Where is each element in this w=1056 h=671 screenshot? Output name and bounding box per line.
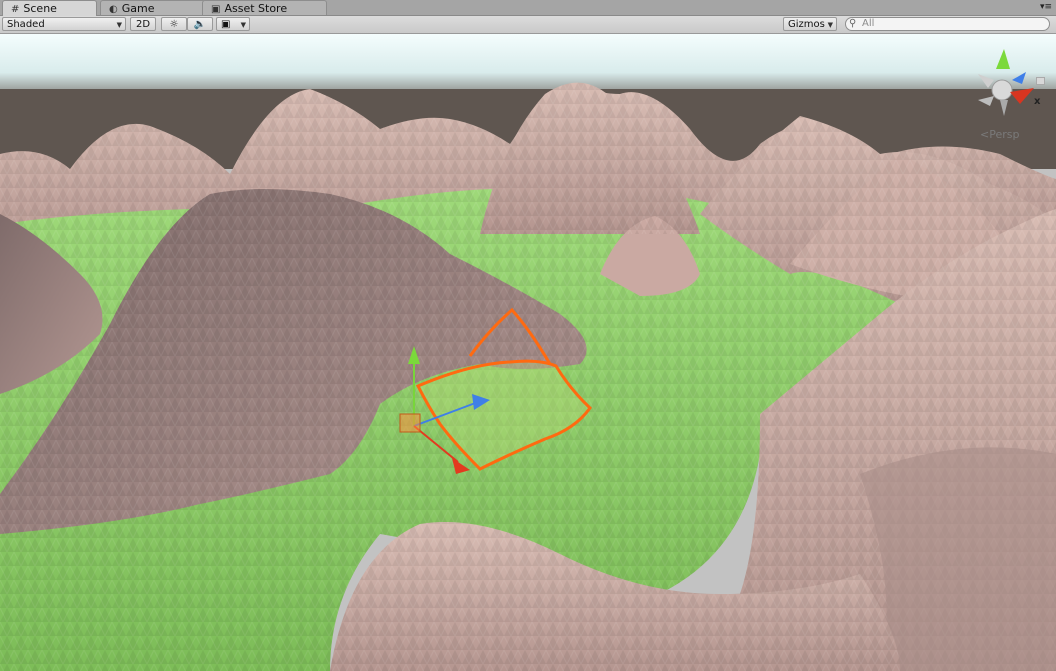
axis-x-label: x bbox=[1034, 96, 1041, 107]
search-input[interactable]: ⚲ All bbox=[845, 17, 1050, 31]
tab-scene-label: Scene bbox=[23, 2, 57, 15]
chevron-down-icon: ▼ bbox=[827, 21, 833, 29]
search-placeholder: All bbox=[862, 18, 875, 29]
tab-asset-store-label: Asset Store bbox=[224, 2, 288, 15]
chevron-down-icon: ▼ bbox=[116, 21, 122, 29]
sun-icon: ☼ bbox=[169, 19, 179, 30]
scene-render bbox=[0, 34, 1056, 671]
window-menu-icon[interactable]: ▾≡ bbox=[1040, 0, 1052, 15]
scene-viewport[interactable]: x <Persp bbox=[0, 34, 1056, 671]
persp-icon: < bbox=[980, 128, 990, 141]
pacman-icon: ◐ bbox=[109, 4, 118, 15]
shading-mode-label: Shaded bbox=[7, 19, 45, 30]
store-icon: ▣ bbox=[211, 4, 221, 15]
audio-toggle[interactable]: 🔈 bbox=[187, 17, 213, 31]
gizmos-dropdown[interactable]: Gizmos ▼ bbox=[783, 17, 837, 31]
chevron-down-icon: ▼ bbox=[240, 21, 246, 29]
grid-icon: # bbox=[11, 4, 20, 15]
tab-game[interactable]: ◐ Game bbox=[100, 0, 206, 15]
shading-mode-dropdown[interactable]: Shaded ▼ bbox=[2, 17, 126, 31]
tab-game-label: Game bbox=[121, 2, 155, 15]
search-icon: ⚲ bbox=[849, 18, 857, 29]
speaker-icon: 🔈 bbox=[193, 19, 207, 30]
projection-toggle[interactable]: <Persp bbox=[980, 128, 1019, 141]
mode-2d-label: 2D bbox=[135, 19, 151, 30]
tab-bar: # Scene ◐ Game ▣ Asset Store ▾≡ bbox=[0, 0, 1056, 16]
mode-2d-toggle[interactable]: 2D bbox=[130, 17, 156, 31]
image-icon: ▣ bbox=[221, 19, 231, 30]
projection-label: Persp bbox=[989, 128, 1020, 141]
tab-asset-store[interactable]: ▣ Asset Store bbox=[202, 0, 327, 15]
effects-dropdown[interactable]: ▣ ▼ bbox=[216, 17, 250, 31]
tab-scene[interactable]: # Scene bbox=[2, 0, 97, 16]
lighting-toggle[interactable]: ☼ bbox=[161, 17, 187, 31]
lock-icon[interactable] bbox=[1036, 77, 1045, 85]
scene-toolbar: Shaded ▼ 2D ☼ 🔈 ▣ ▼ Gizmos ▼ ⚲ All bbox=[0, 16, 1056, 34]
gizmos-label: Gizmos bbox=[788, 19, 825, 30]
